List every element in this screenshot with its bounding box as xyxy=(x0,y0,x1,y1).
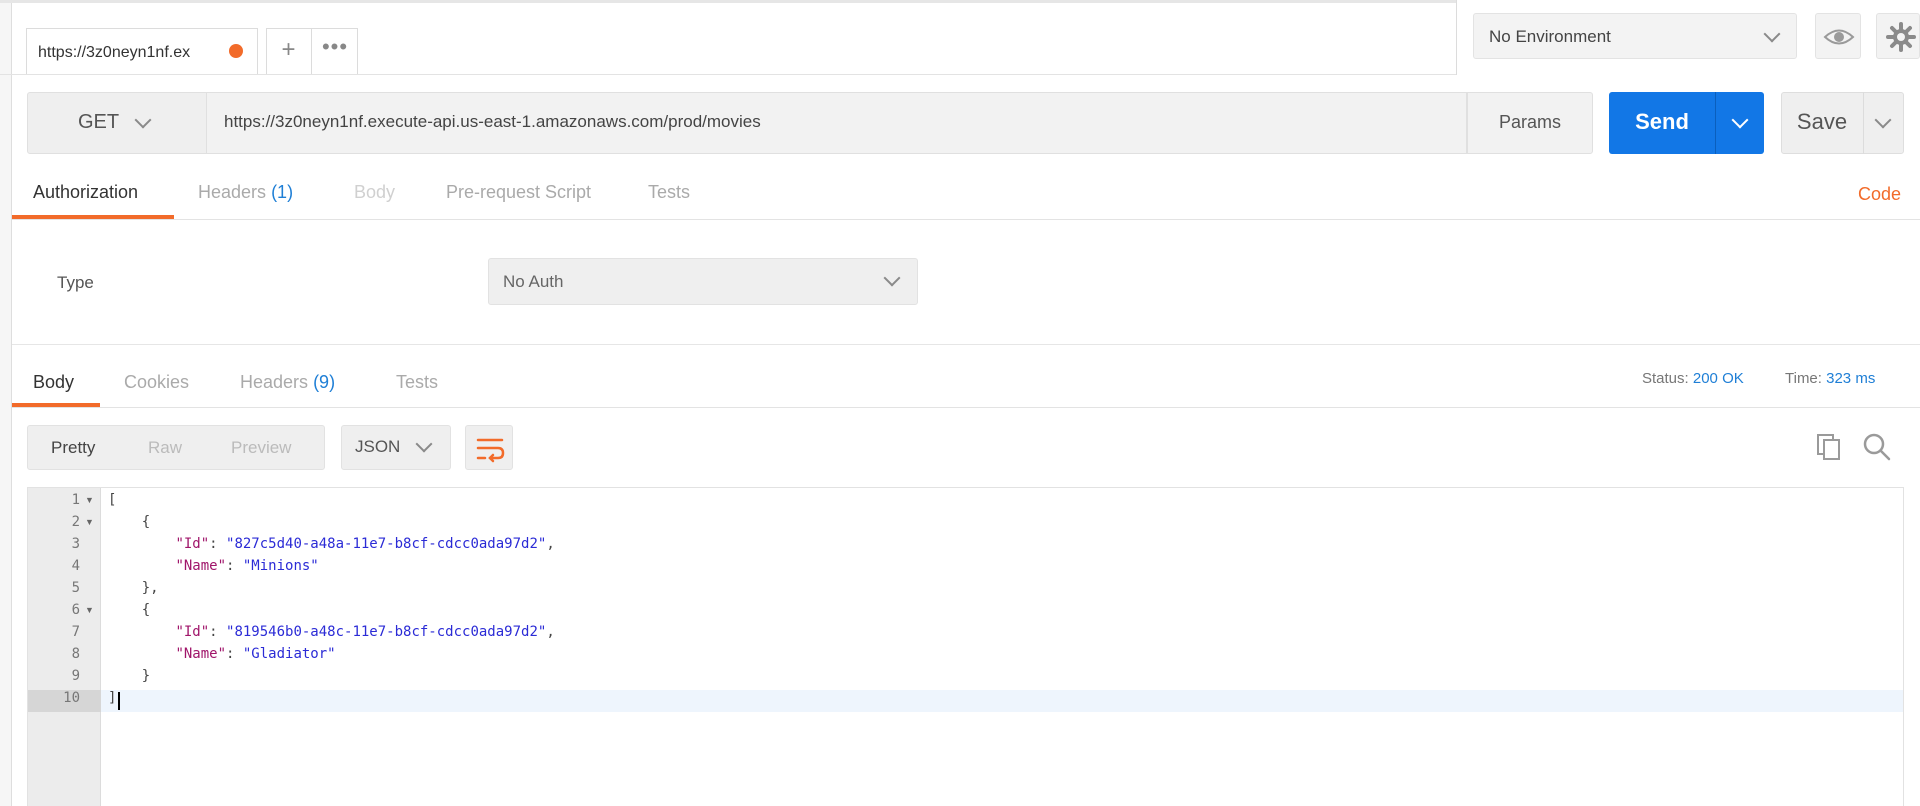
line-number: 6 xyxy=(71,602,80,618)
tab-headers[interactable]: Headers (1) xyxy=(198,182,293,203)
params-button-label: Params xyxy=(1498,112,1561,132)
response-tab-cookies[interactable]: Cookies xyxy=(124,372,189,393)
format-select-value: JSON xyxy=(355,437,401,456)
status-label: Status: xyxy=(1642,370,1689,387)
wrap-lines-button[interactable] xyxy=(465,425,513,470)
code-line: ] xyxy=(108,690,117,706)
fold-arrow-icon[interactable]: ▼ xyxy=(85,605,94,615)
text-cursor xyxy=(118,692,120,710)
active-tab-indicator xyxy=(12,215,174,219)
response-tabs-divider xyxy=(12,407,1920,408)
status-value: 200 OK xyxy=(1692,370,1744,387)
line-number: 2 xyxy=(71,514,80,530)
json-comma: , xyxy=(546,536,555,552)
tab-tests[interactable]: Tests xyxy=(648,182,690,203)
send-split-divider xyxy=(1715,92,1716,154)
time-value: 323 ms xyxy=(1826,370,1876,387)
tab-pre-request-script[interactable]: Pre-request Script xyxy=(446,182,591,203)
line-number: 1 xyxy=(71,492,80,508)
tab-authorization[interactable]: Authorization xyxy=(33,182,138,203)
manage-environments-button[interactable] xyxy=(1876,13,1920,59)
response-status: Status: 200 OK xyxy=(1642,370,1744,387)
json-value: "827c5d40-a48a-11e7-b8cf-cdcc0ada97d2" xyxy=(226,536,547,552)
tab-headers-count: (1) xyxy=(271,182,294,202)
json-key: "Id" xyxy=(175,624,210,640)
top-rule xyxy=(0,0,1457,3)
tab-headers-label: Headers xyxy=(198,182,267,202)
left-edge-panel xyxy=(0,0,12,806)
response-tab-body[interactable]: Body xyxy=(33,372,74,393)
json-key: "Name" xyxy=(175,558,227,574)
url-input-value[interactable]: https://3z0neyn1nf.execute-api.us-east-1… xyxy=(224,112,761,132)
code-line: "Id": "819546b0-a48c-11e7-b8cf-cdcc0ada9… xyxy=(175,624,555,640)
code-line: { xyxy=(108,514,151,530)
wrap-lines-icon xyxy=(476,438,505,463)
view-pretty-button[interactable]: Pretty xyxy=(51,438,95,458)
json-key: "Name" xyxy=(175,646,227,662)
more-tabs-icon[interactable]: ••• xyxy=(312,34,358,60)
save-button-label: Save xyxy=(1796,109,1848,134)
new-tab-plus-icon[interactable]: + xyxy=(266,36,311,64)
header-vertical-divider xyxy=(1456,0,1457,75)
json-key: "Id" xyxy=(175,536,210,552)
method-select-value: GET xyxy=(78,111,120,133)
send-button-label: Send xyxy=(1635,109,1689,134)
line-number: 5 xyxy=(71,580,80,596)
json-comma: , xyxy=(546,624,555,640)
json-value: "819546b0-a48c-11e7-b8cf-cdcc0ada97d2" xyxy=(226,624,547,640)
json-value: "Minions" xyxy=(242,558,319,574)
code-line: } xyxy=(108,668,151,684)
tabbar-divider xyxy=(0,74,1457,75)
request-panel xyxy=(12,220,1920,344)
auth-type-select-value: No Auth xyxy=(503,272,564,291)
line-number: 3 xyxy=(71,536,80,552)
auth-type-label: Type xyxy=(57,273,94,292)
line-number: 4 xyxy=(71,558,80,574)
active-line-highlight xyxy=(101,690,1903,712)
copy-icon xyxy=(1817,434,1840,460)
generate-code-link[interactable]: Code xyxy=(1858,184,1901,205)
environment-select-value: No Environment xyxy=(1489,27,1611,46)
code-line: "Name": "Minions" xyxy=(175,558,319,574)
code-line: { xyxy=(108,602,151,618)
gear-icon xyxy=(1886,22,1916,52)
fold-arrow-icon[interactable]: ▼ xyxy=(85,517,94,527)
response-tab-headers-label: Headers xyxy=(240,372,309,392)
environment-quick-look-button[interactable] xyxy=(1815,13,1861,59)
code-line: [ xyxy=(108,492,117,508)
search-response-button[interactable] xyxy=(1862,432,1892,467)
time-label: Time: xyxy=(1785,370,1822,387)
line-number: 7 xyxy=(71,624,80,640)
fold-arrow-icon[interactable]: ▼ xyxy=(85,495,94,505)
request-tab-label[interactable]: https://3z0neyn1nf.ex xyxy=(38,44,214,62)
view-raw-button[interactable]: Raw xyxy=(148,438,182,458)
copy-response-button[interactable] xyxy=(1814,432,1844,467)
view-preview-button[interactable]: Preview xyxy=(231,438,291,458)
response-time: Time: 323 ms xyxy=(1785,370,1875,387)
response-tab-tests[interactable]: Tests xyxy=(396,372,438,393)
response-tab-headers-count: (9) xyxy=(313,372,336,392)
active-response-tab-indicator xyxy=(12,403,100,407)
eye-icon xyxy=(1823,29,1855,45)
unsaved-dot-icon xyxy=(229,44,243,58)
line-number: 9 xyxy=(71,668,80,684)
response-tab-headers[interactable]: Headers (9) xyxy=(240,372,335,393)
tab-body[interactable]: Body xyxy=(354,182,395,203)
json-value: "Gladiator" xyxy=(242,646,336,662)
line-number: 8 xyxy=(71,646,80,662)
line-number: 10 xyxy=(63,690,80,706)
code-line: "Id": "827c5d40-a48a-11e7-b8cf-cdcc0ada9… xyxy=(175,536,555,552)
request-response-divider xyxy=(12,344,1920,345)
code-line: "Name": "Gladiator" xyxy=(175,646,336,662)
code-line: }, xyxy=(108,580,159,596)
save-split-divider xyxy=(1863,92,1864,154)
search-icon xyxy=(1863,433,1891,461)
request-tabs-divider xyxy=(12,219,1920,220)
